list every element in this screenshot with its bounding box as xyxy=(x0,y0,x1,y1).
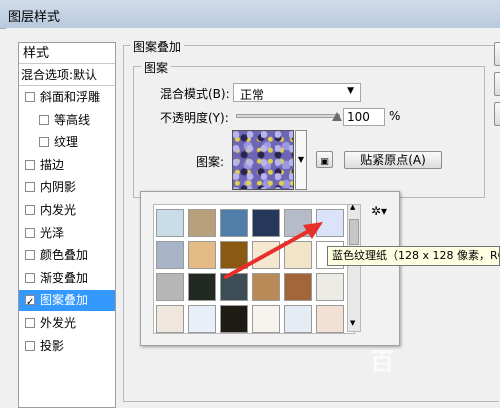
arrow-shaft xyxy=(224,225,318,279)
annotation-arrow xyxy=(224,222,323,279)
pattern-tooltip: 蓝色纹理纸（128 x 128 像素，RGB xyxy=(327,246,500,266)
watermark-text: 百 xyxy=(370,348,394,376)
